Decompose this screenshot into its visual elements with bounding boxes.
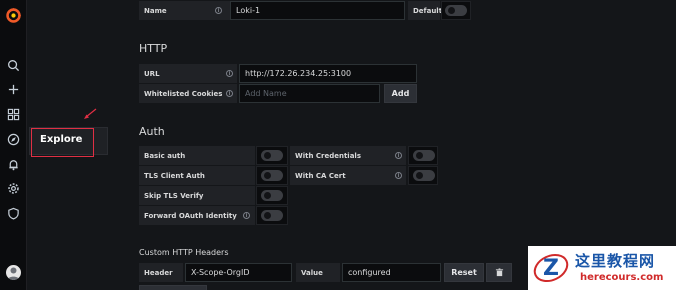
configuration-gear-icon[interactable]: [5, 180, 22, 197]
basic-auth-label: Basic auth: [139, 146, 255, 165]
with-credentials-info-icon[interactable]: i: [395, 152, 402, 159]
header-value-input[interactable]: configured: [342, 263, 441, 282]
basic-auth-toggle[interactable]: [261, 150, 283, 161]
forward-oauth-toggle[interactable]: [261, 210, 283, 221]
add-header-button[interactable]: [139, 285, 207, 290]
add-cookie-button[interactable]: Add: [384, 84, 417, 103]
highlight-box: [31, 128, 94, 157]
default-toggle[interactable]: [445, 5, 467, 16]
with-credentials-toggle[interactable]: [413, 150, 435, 161]
url-label-text: URL: [144, 69, 160, 78]
watermark: Z 这里教程网 herecours.com: [528, 246, 676, 290]
with-ca-cert-label-text: With CA Cert: [295, 171, 346, 180]
value-label: Value: [296, 263, 340, 282]
header-label: Header: [139, 263, 183, 282]
watermark-url: herecours.com: [580, 272, 664, 283]
side-menu: [0, 0, 27, 290]
user-avatar-icon[interactable]: [6, 265, 21, 280]
tls-client-auth-toggle[interactable]: [261, 170, 283, 181]
forward-oauth-label: Forward OAuth Identity: [139, 206, 255, 225]
url-info-icon[interactable]: i: [226, 70, 233, 77]
skip-tls-verify-toggle[interactable]: [261, 190, 283, 201]
watermark-logo-icon: Z: [533, 253, 569, 283]
tls-client-auth-label: TLS Client Auth: [139, 166, 255, 185]
cookies-input[interactable]: Add Name: [239, 84, 380, 103]
delete-header-button[interactable]: [486, 263, 512, 282]
svg-text:Z: Z: [543, 256, 559, 281]
trash-icon: [495, 268, 503, 277]
default-label: Default: [408, 1, 442, 20]
cookies-label: Whitelisted Cookies: [139, 84, 237, 103]
forward-oauth-label-text: Forward OAuth Identity: [144, 211, 237, 220]
dashboards-icon[interactable]: [5, 106, 22, 123]
header-name-input[interactable]: X-Scope-OrgID: [185, 263, 292, 282]
with-credentials-label: With Credentials: [290, 146, 406, 165]
reset-header-button[interactable]: Reset: [444, 263, 484, 282]
with-ca-cert-label: With CA Cert: [290, 166, 406, 185]
watermark-text: 这里教程网: [575, 252, 656, 270]
grafana-logo-icon[interactable]: [4, 6, 23, 25]
search-icon[interactable]: [5, 57, 22, 74]
auth-section-title: Auth: [139, 125, 165, 138]
cookies-info-icon[interactable]: i: [226, 90, 233, 97]
red-arrow-icon: [84, 108, 97, 119]
server-admin-shield-icon[interactable]: [5, 205, 22, 222]
forward-oauth-info-icon[interactable]: i: [243, 212, 250, 219]
with-credentials-label-text: With Credentials: [295, 151, 362, 160]
plus-icon[interactable]: [5, 81, 22, 98]
url-input[interactable]: http://172.26.234.25:3100: [239, 64, 417, 83]
name-input[interactable]: Loki-1: [230, 1, 405, 20]
custom-headers-title: Custom HTTP Headers: [139, 248, 229, 257]
with-ca-cert-info-icon[interactable]: i: [395, 172, 402, 179]
with-ca-cert-toggle[interactable]: [413, 170, 435, 181]
alerting-bell-icon[interactable]: [5, 156, 22, 173]
http-section-title: HTTP: [139, 42, 168, 55]
name-label-text: Name: [144, 6, 167, 15]
skip-tls-verify-label: Skip TLS Verify: [139, 186, 255, 205]
cookies-label-text: Whitelisted Cookies: [144, 89, 223, 98]
explore-compass-icon[interactable]: [5, 131, 22, 148]
name-info-icon[interactable]: i: [215, 7, 222, 14]
url-label: URL: [139, 64, 237, 83]
